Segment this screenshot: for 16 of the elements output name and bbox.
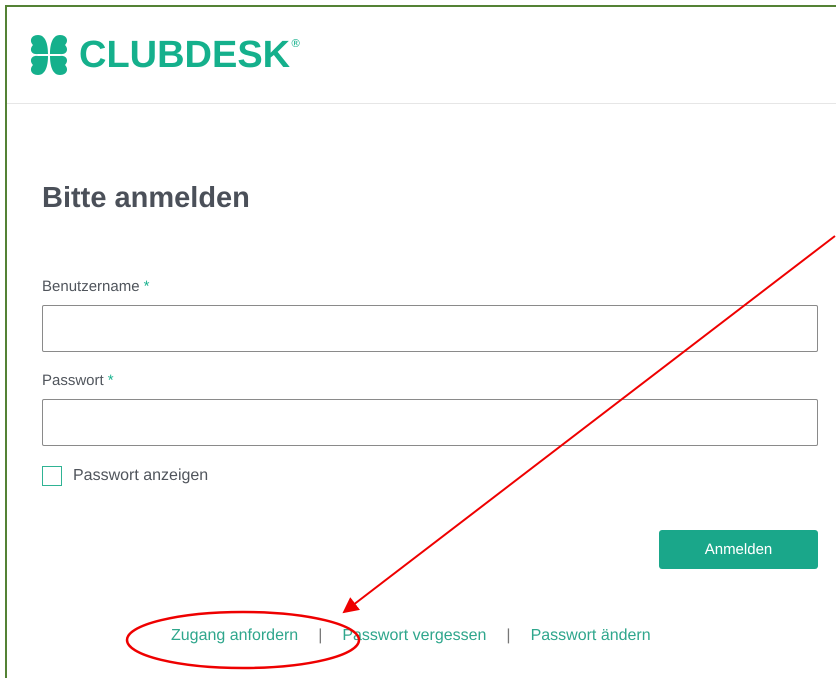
field-label: Passwort (42, 372, 104, 389)
required-mark: * (144, 278, 150, 295)
link[interactable]: Passwort ändern (530, 627, 651, 645)
input-field[interactable] (42, 305, 818, 352)
link-separator: | (318, 627, 322, 645)
required-mark: * (108, 372, 114, 389)
link[interactable]: Zugang anfordern (171, 627, 298, 645)
logo-wordmark: CLUBDESK (79, 34, 290, 76)
input-field[interactable] (42, 399, 818, 446)
checkbox[interactable] (42, 466, 62, 486)
page-title: Bitte anmelden (42, 182, 251, 215)
login-button[interactable]: Anmelden (659, 530, 818, 569)
link-separator: | (506, 627, 511, 645)
registered-mark: ® (290, 37, 302, 50)
checkbox-label: Passwort anzeigen (73, 467, 208, 485)
field-label: Benutzername (42, 278, 140, 295)
